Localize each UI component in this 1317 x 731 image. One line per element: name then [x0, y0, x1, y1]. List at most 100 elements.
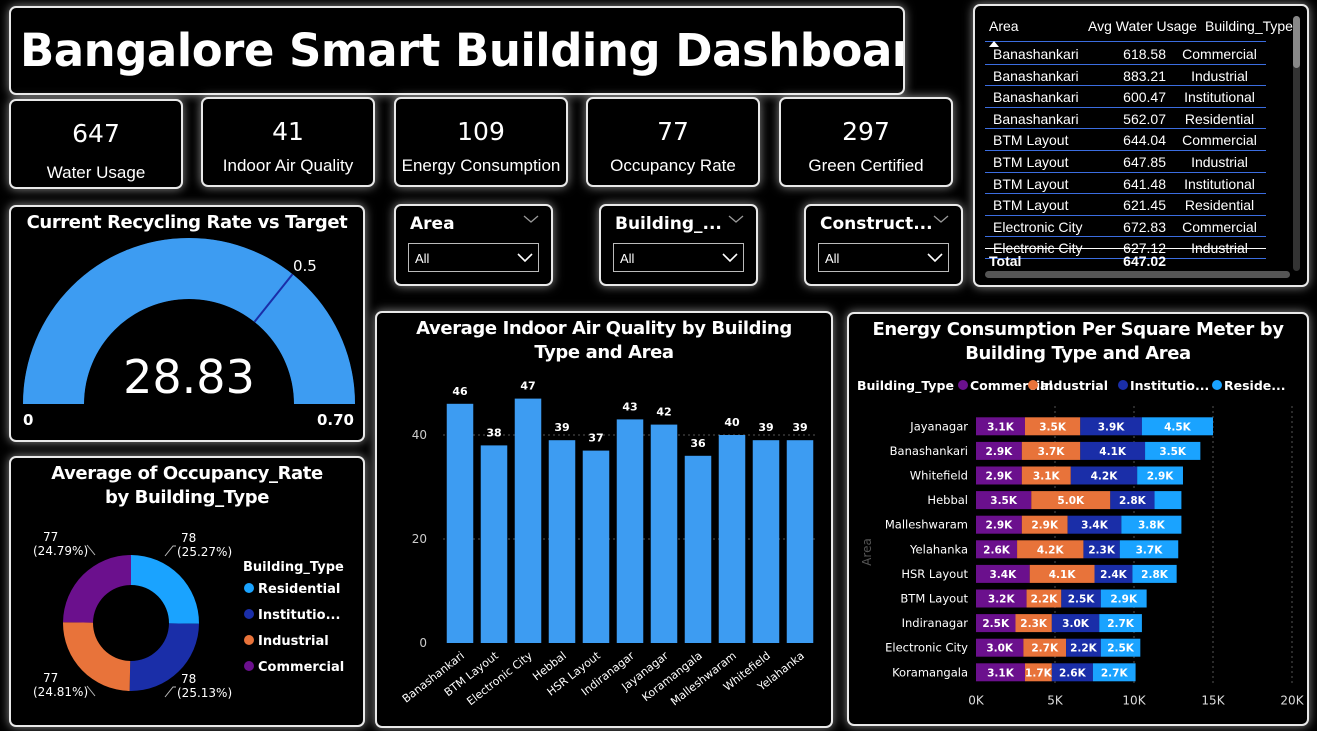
stacked-legend-item[interactable]: Industrial	[1040, 378, 1108, 393]
cell-area: BTM Layout	[993, 197, 1069, 214]
donut-legend-item[interactable]: Industrial	[258, 634, 329, 649]
bar[interactable]	[752, 440, 780, 643]
legend-marker	[244, 583, 254, 593]
bar[interactable]	[514, 398, 542, 643]
column-header-avg-water-usage[interactable]: Avg Water Usage	[1088, 18, 1197, 34]
donut-leader-line	[164, 686, 176, 698]
x-tick-label: 20K	[1280, 694, 1304, 708]
cell-avg-water-usage: 600.47	[1123, 89, 1166, 106]
gauge-max-label: 0.70	[317, 411, 354, 429]
occupancy-donut-card[interactable]: Average of Occupancy_Rate by Building_Ty…	[9, 456, 365, 727]
slicer-construction[interactable]: Construct... All	[804, 204, 963, 286]
table-row[interactable]: BTM Layout 641.48 Institutional	[985, 173, 1266, 195]
donut-leader-line	[164, 545, 176, 557]
column-header-building-type[interactable]: Building_Type	[1205, 18, 1293, 34]
segment-data-label: 2.5K	[1107, 643, 1135, 655]
x-tick-label: 10K	[1122, 694, 1146, 708]
segment-data-label: 3.0K	[1062, 618, 1090, 630]
donut-slice-3[interactable]	[63, 555, 131, 623]
bar[interactable]	[446, 403, 474, 643]
legend-marker	[244, 635, 254, 645]
table-header: Area Avg Water Usage Building_Type	[985, 6, 1293, 47]
cell-building-type: Industrial	[1191, 154, 1248, 170]
table-row[interactable]: BTM Layout 621.45 Residential	[985, 194, 1266, 216]
cell-avg-water-usage: 644.04	[1123, 132, 1166, 149]
kpi-occupancy-rate[interactable]: 77 Occupancy Rate	[586, 97, 760, 187]
vertical-scrollbar[interactable]	[1293, 16, 1300, 271]
slicer-dropdown[interactable]: All	[818, 243, 949, 272]
cell-building-type: Commercial	[1182, 132, 1257, 149]
y-tick-label: 40	[412, 428, 427, 442]
chevron-down-icon[interactable]	[728, 212, 744, 228]
bar[interactable]	[582, 450, 610, 643]
air-quality-bar-card[interactable]: Average Indoor Air Quality by Building T…	[375, 311, 833, 728]
bar[interactable]	[718, 435, 746, 643]
cell-building-type: Institutional	[1184, 175, 1255, 192]
kpi-value: 647	[72, 119, 120, 148]
slicer-title: Area	[410, 214, 455, 234]
bar[interactable]	[786, 440, 814, 643]
cell-area: Banashankari	[993, 67, 1079, 84]
total-value: 647.02	[1123, 253, 1166, 269]
segment-data-label: 2.5K	[982, 618, 1010, 630]
chevron-down-icon[interactable]	[933, 212, 949, 228]
chevron-down-icon[interactable]	[523, 212, 539, 228]
segment-data-label: 3.4K	[989, 569, 1017, 581]
stacked-legend-item[interactable]: Reside...	[1224, 378, 1286, 393]
slicer-dropdown[interactable]: All	[408, 243, 539, 272]
bar[interactable]	[650, 424, 678, 643]
column-header-area[interactable]: Area	[989, 18, 1019, 34]
table-total-row: Total 647.02	[985, 248, 1266, 270]
kpi-indoor-air-quality[interactable]: 41 Indoor Air Quality	[201, 97, 375, 187]
bar[interactable]	[480, 445, 508, 643]
donut-slice-0[interactable]	[131, 555, 199, 624]
slicer-value: All	[825, 251, 840, 266]
segment-data-label: 2.9K	[1110, 594, 1138, 606]
donut-legend-item[interactable]: Residential	[258, 582, 340, 597]
stacked-legend-item[interactable]: Institutio...	[1130, 378, 1209, 393]
energy-stacked-bar-card[interactable]: Energy Consumption Per Square Meter by B…	[847, 312, 1309, 726]
table-row[interactable]: Electronic City 672.83 Commercial	[985, 216, 1266, 238]
y-category-label: Banashankari	[890, 444, 968, 458]
water-usage-table[interactable]: Area Avg Water Usage Building_Type Banas…	[973, 4, 1309, 287]
stacked-bar-segment[interactable]	[1154, 491, 1182, 510]
bar[interactable]	[616, 419, 644, 643]
cell-area: Banashankari	[993, 89, 1079, 106]
slicer-dropdown[interactable]: All	[613, 243, 744, 272]
table-row[interactable]: BTM Layout 647.85 Industrial	[985, 151, 1266, 173]
kpi-label: Water Usage	[46, 163, 146, 182]
cell-building-type: Residential	[1184, 197, 1255, 214]
chevron-down-icon	[721, 247, 739, 271]
recycling-gauge-card[interactable]: Current Recycling Rate vs Target 0.5 28.…	[9, 205, 365, 442]
donut-legend-item[interactable]: Commercial	[258, 660, 344, 675]
segment-data-label: 2.3K	[1088, 544, 1116, 556]
bar-data-label: 47	[520, 380, 535, 393]
segment-data-label: 2.7K	[1031, 643, 1059, 655]
table-row[interactable]: Banashankari 618.58 Commercial	[985, 43, 1266, 65]
segment-data-label: 3.1K	[987, 421, 1015, 433]
kpi-label: Occupancy Rate	[610, 156, 736, 175]
scrollbar-thumb[interactable]	[1293, 16, 1300, 68]
segment-data-label: 2.9K	[986, 471, 1014, 483]
donut-slice-2[interactable]	[62, 622, 131, 691]
bar-data-label: 43	[622, 400, 637, 413]
kpi-green-certified[interactable]: 297 Green Certified	[779, 97, 953, 187]
table-row[interactable]: BTM Layout 644.04 Commercial	[985, 129, 1266, 151]
segment-data-label: 2.9K	[986, 446, 1014, 458]
y-category-label: Electronic City	[885, 641, 968, 655]
slicer-area[interactable]: Area All	[394, 204, 553, 286]
table-row[interactable]: Banashankari 562.07 Residential	[985, 108, 1266, 130]
bar[interactable]	[548, 440, 576, 643]
slicer-building-type[interactable]: Building_... All	[599, 204, 758, 286]
bar-data-label: 42	[656, 406, 671, 419]
cell-avg-water-usage: 647.85	[1123, 154, 1166, 170]
table-row[interactable]: Banashankari 883.21 Industrial	[985, 65, 1266, 87]
bar[interactable]	[684, 455, 712, 643]
segment-data-label: 2.9K	[1031, 520, 1059, 532]
kpi-water-usage[interactable]: 647 Water Usage	[9, 99, 183, 189]
table-row[interactable]: Banashankari 600.47 Institutional	[985, 86, 1266, 108]
horizontal-scrollbar[interactable]	[985, 271, 1290, 278]
donut-legend-item[interactable]: Institutio...	[258, 608, 340, 623]
cell-area: BTM Layout	[993, 175, 1069, 192]
kpi-energy-consumption[interactable]: 109 Energy Consumption	[394, 97, 568, 187]
